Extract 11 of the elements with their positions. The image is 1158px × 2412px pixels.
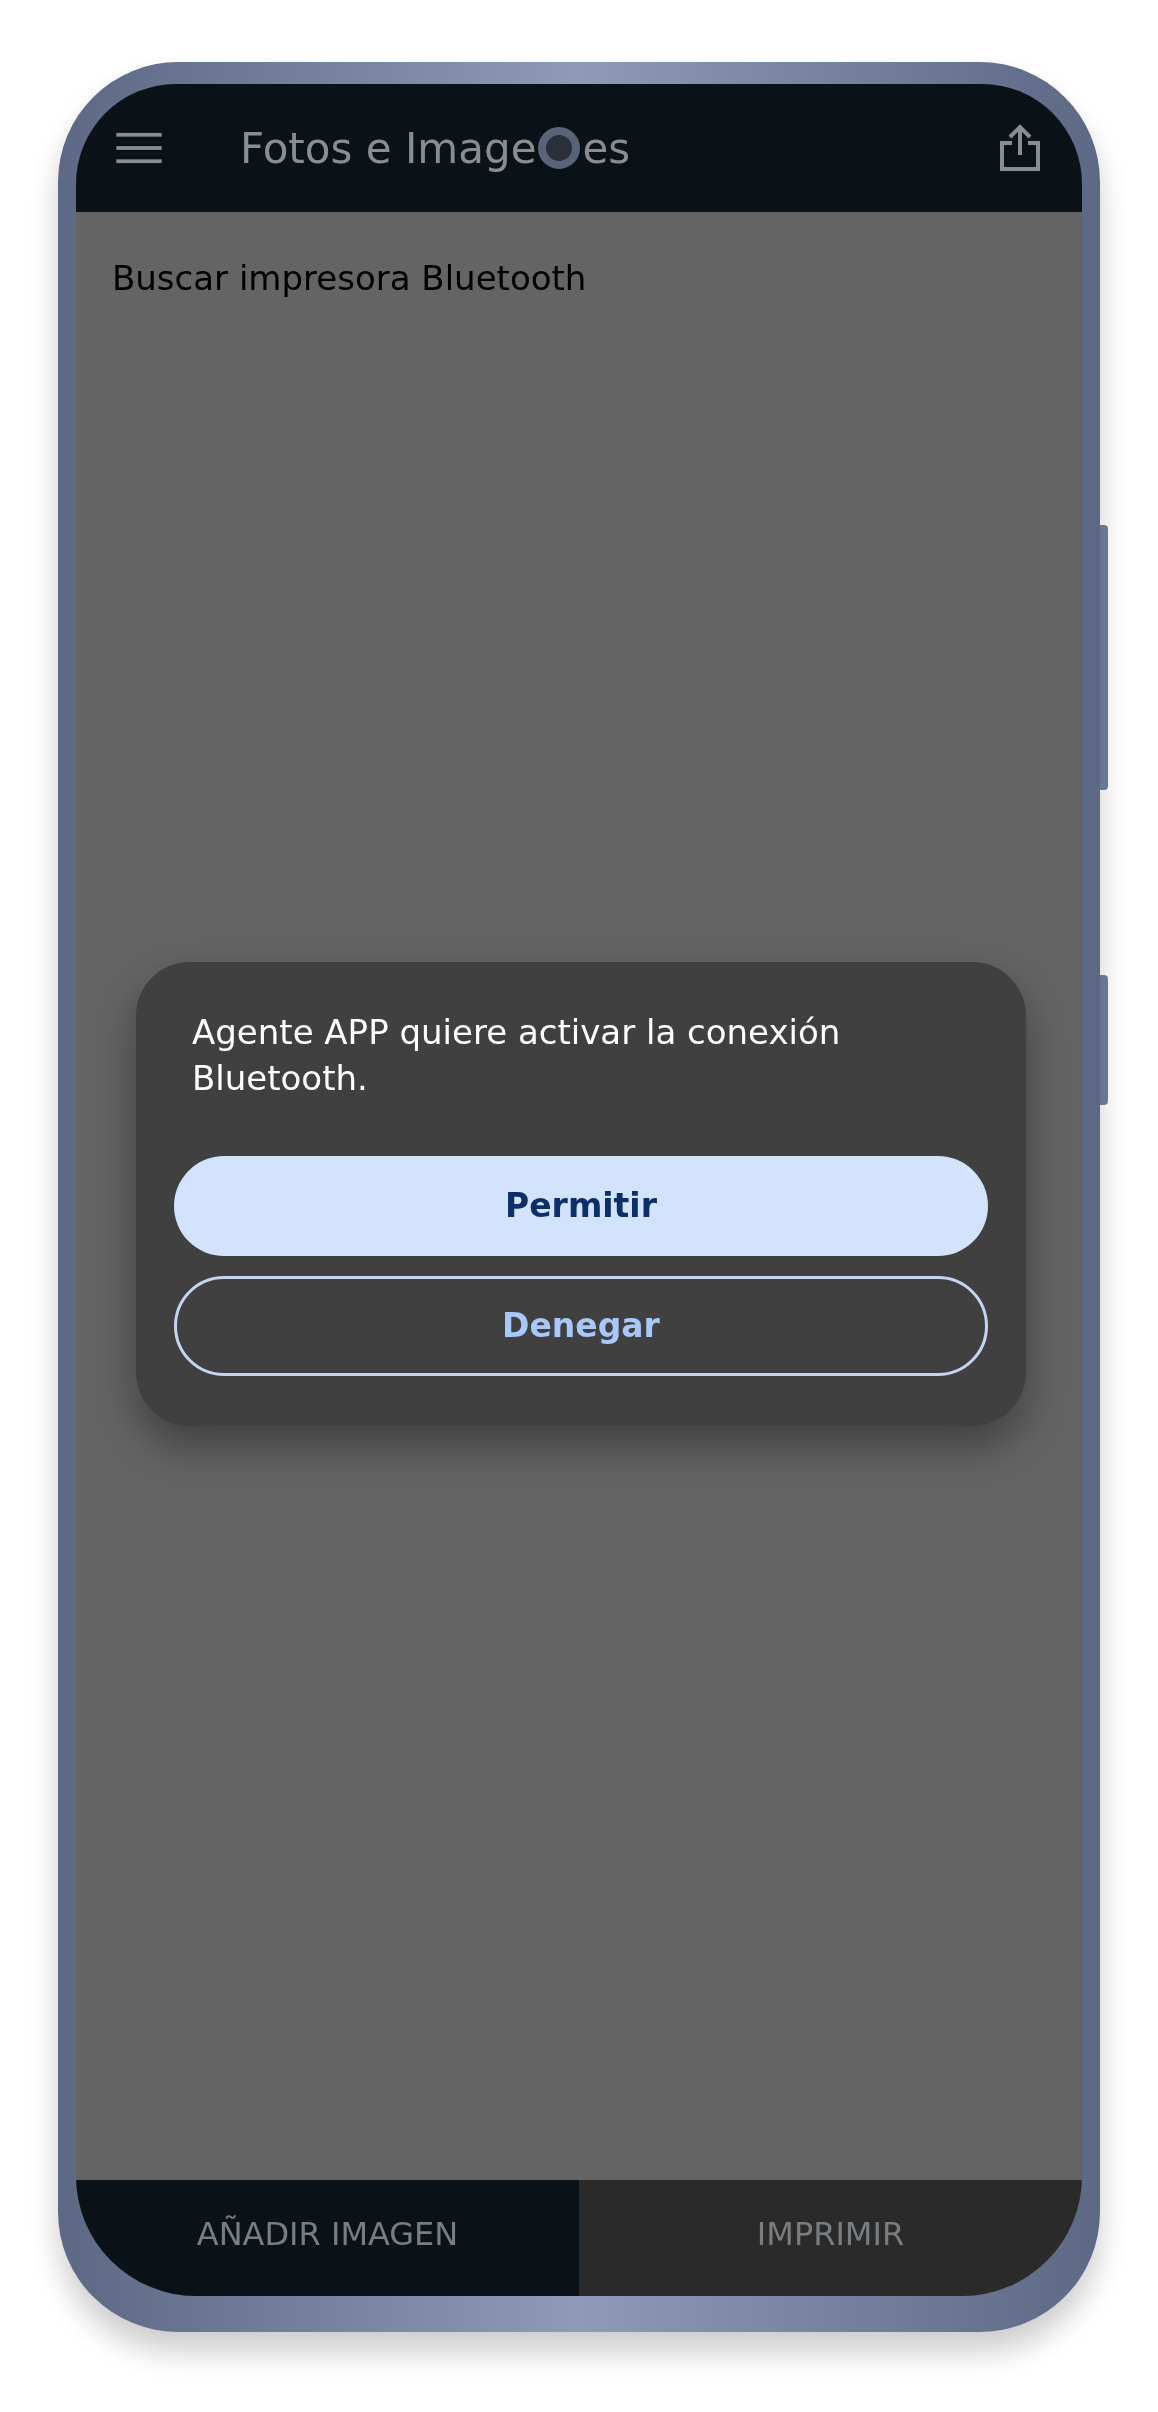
app-title: Fotos e Image: [240, 123, 537, 173]
bottom-bar-button[interactable]: IMPRIMIR: [579, 2180, 1082, 2296]
allow-button[interactable]: Permitir: [174, 1155, 988, 1256]
share-icon[interactable]: [998, 123, 1042, 173]
menu-icon[interactable]: [116, 131, 162, 165]
dialog-message: Agente APP quiere activar la conexión Bluetooth.: [191, 1011, 842, 1100]
bottom-bar-button[interactable]: AÑADIR IMAGEN: [76, 2180, 579, 2296]
app-title: es: [582, 123, 631, 173]
deny-button[interactable]: Denegar: [174, 1275, 988, 1376]
search-printer-label: Buscar impresora Bluetooth: [112, 258, 587, 298]
camera-icon: [538, 127, 581, 169]
